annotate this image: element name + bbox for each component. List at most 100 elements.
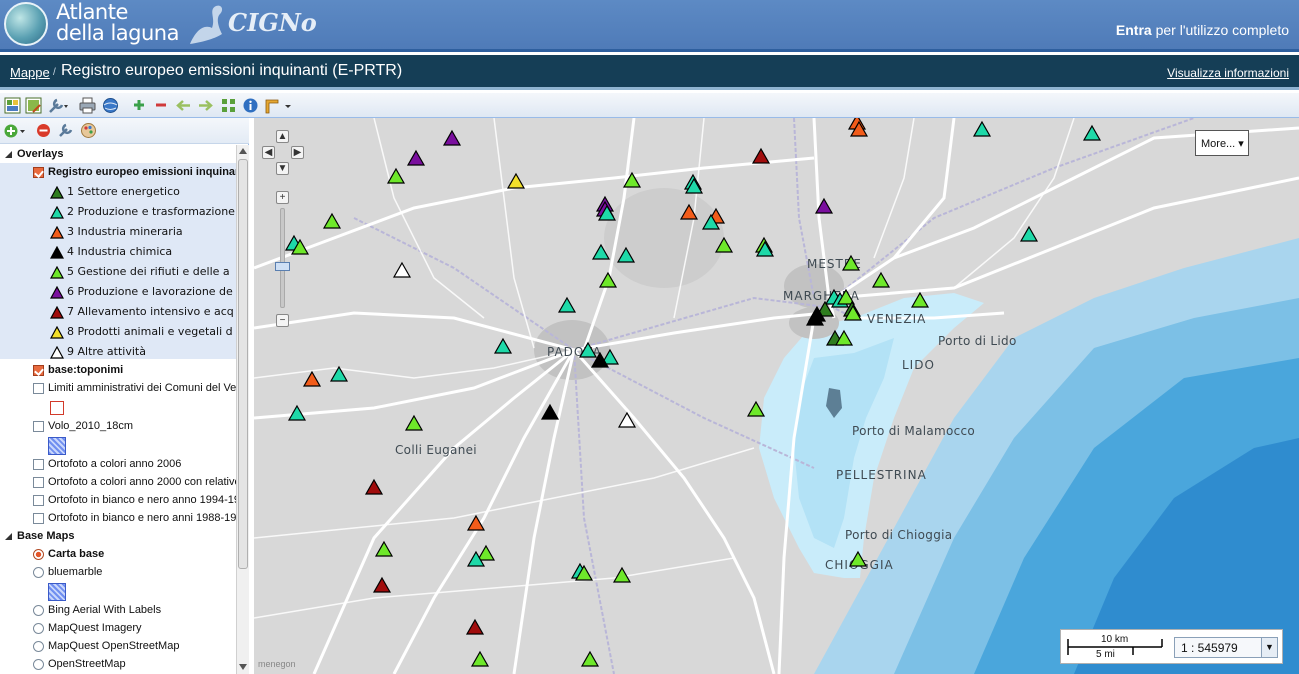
zoom-in-icon[interactable]: [131, 97, 148, 114]
facility-marker[interactable]: [622, 171, 642, 188]
back-icon[interactable]: [175, 97, 192, 114]
overlays-group[interactable]: Overlays: [0, 145, 236, 165]
layer-panel-scrollbar[interactable]: [236, 145, 249, 674]
basemap-radio[interactable]: [33, 641, 44, 652]
facility-marker[interactable]: [406, 149, 426, 166]
basemap-option[interactable]: MapQuest OpenStreetMap: [0, 637, 236, 657]
facility-marker[interactable]: [302, 370, 322, 387]
basemap-radio[interactable]: [33, 549, 44, 560]
basemap-radio[interactable]: [33, 659, 44, 670]
login-link[interactable]: Entra per l'utilizzo completo: [1116, 22, 1289, 38]
collapse-triangle-icon[interactable]: [5, 533, 12, 540]
add-layer-icon[interactable]: [4, 123, 26, 139]
layer-node[interactable]: Ortofoto a colori anno 2000 con relative: [0, 473, 236, 493]
facility-marker[interactable]: [557, 296, 577, 313]
layer-node[interactable]: Ortofoto in bianco e nero anni 1988-19: [0, 509, 236, 529]
facility-marker[interactable]: [540, 403, 560, 420]
show-info-link[interactable]: Visualizza informazioni: [1167, 66, 1289, 80]
layer-node[interactable]: Limiti amministrativi dei Comuni del Ven: [0, 379, 236, 399]
globe-icon[interactable]: [102, 97, 119, 114]
layer-checkbox[interactable]: [33, 421, 44, 432]
pan-up-button[interactable]: ▲: [276, 130, 289, 143]
breadcrumb-maps-link[interactable]: Mappe: [10, 65, 50, 80]
facility-marker[interactable]: [679, 203, 699, 220]
facility-marker[interactable]: [466, 514, 486, 531]
facility-marker[interactable]: [1019, 225, 1039, 242]
style-icon[interactable]: [80, 122, 97, 139]
basemap-option[interactable]: OpenStreetMap: [0, 655, 236, 674]
pan-left-button[interactable]: ◀: [262, 146, 275, 159]
site-logo-text[interactable]: Atlante della laguna: [56, 2, 179, 44]
facility-marker[interactable]: [493, 337, 513, 354]
facility-marker[interactable]: [364, 478, 384, 495]
scroll-down-icon[interactable]: [239, 664, 247, 670]
basemap-option[interactable]: bluemarble: [0, 563, 236, 583]
zoom-out-icon[interactable]: [153, 97, 170, 114]
login-strong[interactable]: Entra: [1116, 22, 1152, 38]
scale-select[interactable]: 1 : 545979 ▼: [1174, 637, 1278, 658]
zoom-slider-track[interactable]: [280, 208, 285, 308]
forward-icon[interactable]: [197, 97, 214, 114]
facility-marker[interactable]: [442, 129, 462, 146]
layer-checkbox[interactable]: [33, 513, 44, 524]
pan-down-button[interactable]: ▼: [276, 162, 289, 175]
layer-checkbox[interactable]: [33, 495, 44, 506]
remove-layer-icon[interactable]: [36, 123, 51, 138]
layer-node[interactable]: Ortofoto in bianco e nero anno 1994-19: [0, 491, 236, 511]
facility-marker[interactable]: [372, 576, 392, 593]
facility-marker[interactable]: [598, 271, 618, 288]
tools-icon[interactable]: [48, 97, 70, 114]
layer-properties-icon[interactable]: [58, 122, 74, 138]
zoom-slider-handle[interactable]: [275, 262, 290, 271]
basemaps-group[interactable]: Base Maps: [0, 527, 236, 547]
layer-checkbox[interactable]: [33, 383, 44, 394]
facility-marker[interactable]: [580, 650, 600, 667]
facility-marker[interactable]: [591, 243, 611, 260]
pan-right-button[interactable]: ▶: [291, 146, 304, 159]
facility-marker[interactable]: [287, 404, 307, 421]
basemap-option[interactable]: Carta base: [0, 545, 236, 565]
facility-marker[interactable]: [751, 147, 771, 164]
facility-marker[interactable]: [841, 254, 861, 271]
facility-marker[interactable]: [814, 197, 834, 214]
facility-marker[interactable]: [465, 618, 485, 635]
toponimi-checkbox[interactable]: [33, 365, 44, 376]
layer-icon[interactable]: [4, 97, 21, 114]
zoom-out-button[interactable]: −: [276, 314, 289, 327]
layer-checkbox[interactable]: [33, 477, 44, 488]
facility-marker[interactable]: [329, 365, 349, 382]
facility-marker[interactable]: [617, 411, 637, 428]
zoom-in-button[interactable]: +: [276, 191, 289, 204]
basemap-option[interactable]: MapQuest Imagery: [0, 619, 236, 639]
facility-marker[interactable]: [746, 400, 766, 417]
facility-marker[interactable]: [476, 544, 496, 561]
more-button[interactable]: More... ▾: [1195, 130, 1249, 156]
facility-marker[interactable]: [714, 236, 734, 253]
layer-node[interactable]: Ortofoto a colori anno 2006: [0, 455, 236, 475]
measure-icon[interactable]: [264, 97, 292, 114]
facility-marker[interactable]: [910, 291, 930, 308]
facility-marker[interactable]: [972, 120, 992, 137]
toponimi-layer-node[interactable]: base:toponimi: [0, 361, 236, 381]
facility-marker[interactable]: [1082, 124, 1102, 141]
layer-node[interactable]: Volo_2010_18cm: [0, 417, 236, 437]
basemap-radio[interactable]: [33, 567, 44, 578]
basemap-option[interactable]: Bing Aerial With Labels: [0, 601, 236, 621]
facility-marker[interactable]: [374, 540, 394, 557]
facility-marker[interactable]: [404, 414, 424, 431]
facility-marker[interactable]: [506, 172, 526, 189]
chevron-down-icon[interactable]: ▼: [1261, 638, 1277, 657]
facility-marker[interactable]: [470, 650, 490, 667]
facility-marker[interactable]: [848, 550, 868, 567]
scroll-thumb[interactable]: [238, 159, 248, 569]
print-icon[interactable]: [79, 97, 96, 114]
facility-marker[interactable]: [392, 261, 412, 278]
zoom-extent-icon[interactable]: [220, 97, 237, 114]
collapse-triangle-icon[interactable]: [5, 151, 12, 158]
main-layer-node[interactable]: Registro europeo emissioni inquinanti 1 …: [0, 163, 236, 359]
facility-marker[interactable]: [386, 167, 406, 184]
basemap-radio[interactable]: [33, 605, 44, 616]
facility-marker[interactable]: [578, 341, 598, 358]
layer-edit-icon[interactable]: [25, 97, 42, 114]
scroll-up-icon[interactable]: [239, 148, 247, 154]
